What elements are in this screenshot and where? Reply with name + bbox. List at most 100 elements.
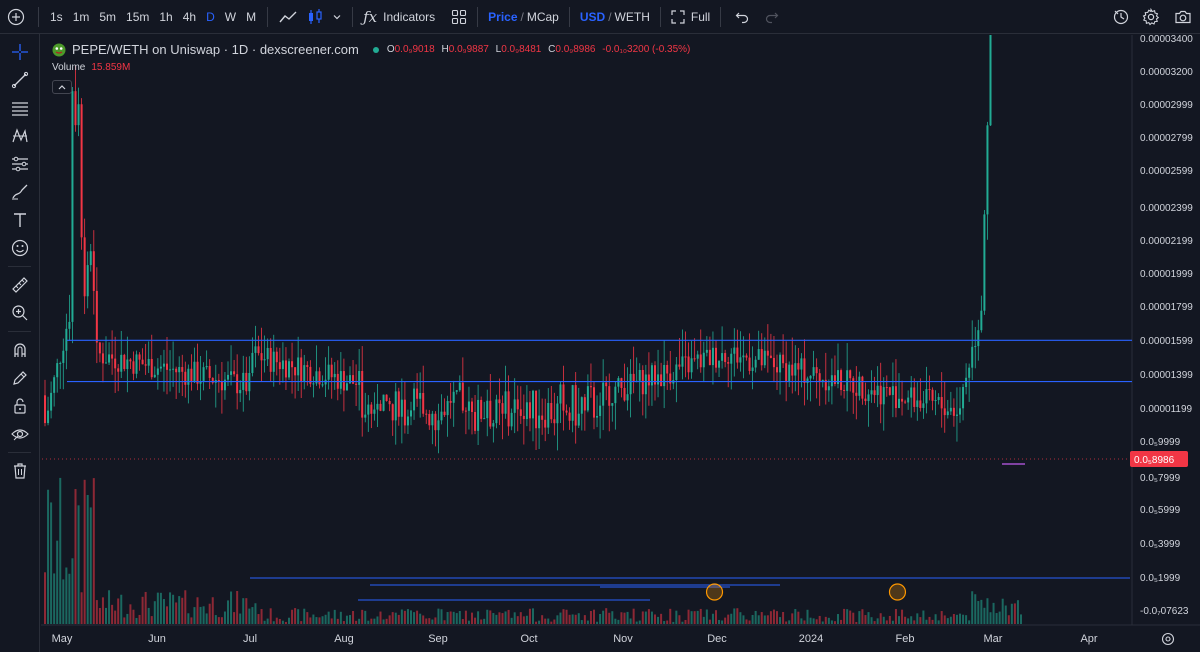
toolbar-divider [352, 6, 354, 27]
candle-body [202, 367, 205, 381]
volume-bar [471, 612, 473, 624]
chart-type-candles-button[interactable] [302, 4, 328, 30]
magnet-tool[interactable] [0, 336, 40, 364]
text-tool[interactable] [0, 206, 40, 234]
volume-bar [922, 610, 925, 624]
volume-bar [144, 591, 147, 624]
volume-bar [400, 609, 403, 624]
volume-bar [330, 618, 333, 624]
crosshair-tool[interactable] [0, 38, 40, 66]
lock-drawings-tool[interactable] [0, 392, 40, 420]
candle-body [626, 394, 629, 401]
candle-body [736, 347, 739, 363]
horizontal-lines-tool[interactable] [0, 94, 40, 122]
interval-w-button[interactable]: W [220, 4, 241, 30]
volume-bar [955, 614, 958, 624]
candle-body [175, 368, 178, 373]
indicators-button[interactable]: ƒx Indicators [359, 4, 439, 30]
volume-bar [882, 616, 885, 624]
candle-body [934, 400, 937, 402]
volume-bar [940, 611, 943, 624]
candle-body [556, 403, 559, 424]
replay-button[interactable] [1106, 4, 1136, 30]
volume-bar [693, 611, 696, 624]
unlock-icon [14, 398, 26, 414]
candle-body [44, 395, 46, 424]
volume-bar [815, 619, 818, 624]
volume-bar [623, 612, 626, 624]
volume-bar [586, 620, 589, 624]
candle-body [132, 361, 135, 374]
volume-bar [998, 611, 1001, 624]
candle-body [983, 214, 986, 311]
candle-body [571, 385, 574, 421]
volume-bar [288, 617, 290, 624]
candle-body [785, 363, 788, 382]
collapse-legend-button[interactable] [52, 80, 72, 94]
chart-type-dropdown[interactable] [328, 4, 346, 30]
symbol-title: PEPE/WETH on Uniswap · 1D · dexscreener.… [72, 42, 359, 57]
fullscreen-button[interactable]: Full [667, 4, 714, 30]
text-icon [14, 213, 26, 227]
interval-d-button[interactable]: D [201, 4, 220, 30]
brush-tool[interactable] [0, 178, 40, 206]
time-axis-label: 2024 [799, 633, 823, 645]
price-chart[interactable]: 0.00003400 0.00003200 0.00002999 0.00002799… [41, 35, 1200, 652]
volume-bar [971, 591, 974, 624]
toolbar-divider [568, 6, 570, 27]
volume-bar [349, 615, 351, 624]
candle-body [413, 388, 416, 411]
hide-drawings-tool[interactable] [0, 420, 40, 448]
chart-type-line-button[interactable] [274, 4, 302, 30]
interval-1m-button[interactable]: 1m [68, 4, 95, 30]
fib-tool[interactable] [0, 150, 40, 178]
interval-5m-button[interactable]: 5m [94, 4, 121, 30]
interval-m-button[interactable]: M [241, 4, 261, 30]
camera-icon [1175, 10, 1191, 23]
usd-weth-toggle[interactable]: USD / WETH [576, 4, 654, 30]
price-axis-label: 0.0₅7999 [1140, 473, 1181, 484]
candle-body [699, 354, 702, 368]
redo-button[interactable] [757, 4, 787, 30]
snapshot-button[interactable] [1166, 4, 1200, 30]
candle-body [901, 398, 904, 402]
candle-body [833, 375, 836, 384]
time-axis-label: Sep [428, 633, 448, 645]
interval-1s-button[interactable]: 1s [45, 4, 68, 30]
gear-icon [1142, 7, 1160, 25]
candle-body [614, 386, 617, 404]
candle-body [205, 366, 208, 368]
volume-bar [742, 615, 745, 624]
volume-bar [446, 612, 449, 624]
candle-body [59, 362, 62, 364]
undo-button[interactable] [727, 4, 757, 30]
remove-drawings-tool[interactable] [0, 457, 40, 485]
volume-bar [455, 613, 458, 624]
volume-bar [220, 617, 223, 624]
volume-bar [748, 620, 751, 624]
candle-body [742, 355, 745, 358]
pattern-tool[interactable] [0, 122, 40, 150]
emoji-tool[interactable] [0, 234, 40, 262]
zoom-tool[interactable] [0, 299, 40, 327]
interval-15m-button[interactable]: 15m [121, 4, 154, 30]
settings-button[interactable] [1136, 4, 1166, 30]
layouts-button[interactable] [447, 4, 471, 30]
candle-body [965, 377, 968, 388]
candle-body [410, 410, 412, 417]
candle-body [702, 352, 705, 368]
candle-body [760, 349, 763, 366]
time-axis-label: Feb [896, 633, 915, 645]
stay-drawing-tool[interactable] [0, 364, 40, 392]
measure-tool[interactable] [0, 271, 40, 299]
interval-4h-button[interactable]: 4h [178, 4, 201, 30]
interval-1h-button[interactable]: 1h [154, 4, 177, 30]
price-mcap-toggle[interactable]: Price / MCap [484, 4, 563, 30]
volume-bar [477, 611, 480, 624]
candle-body [489, 400, 492, 427]
add-symbol-button[interactable] [0, 4, 32, 30]
volume-bar [962, 614, 965, 624]
trend-line-tool[interactable] [0, 66, 40, 94]
candle-body [89, 251, 92, 266]
candle-body [321, 384, 324, 386]
